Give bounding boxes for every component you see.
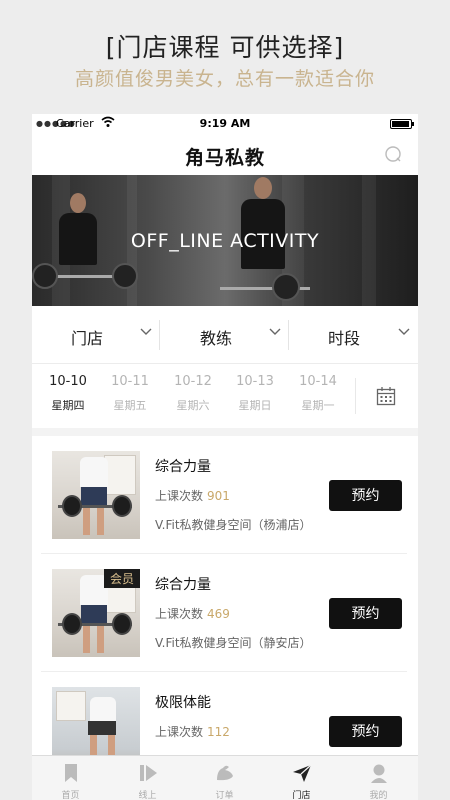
bookmark-icon xyxy=(65,764,77,782)
chevron-down-icon xyxy=(398,328,410,335)
tab-profile[interactable]: 我的 xyxy=(340,756,417,800)
tab-label: 我的 xyxy=(369,791,388,800)
play-icon xyxy=(140,765,157,781)
course-card[interactable]: 会员 综合力量 上课次数 469 V.Fit私教健身空间（静安店） 预约 xyxy=(41,554,407,672)
weekday-label: 星期五 xyxy=(113,399,147,412)
refresh-icon[interactable] xyxy=(384,145,402,163)
tab-bar: 首页 线上 订单 门店 我的 xyxy=(32,755,418,800)
status-bar: ●●●●● Carrier 9:19 AM xyxy=(32,114,418,134)
tab-label: 首页 xyxy=(61,791,80,800)
book-button[interactable]: 预约 xyxy=(329,598,402,629)
course-title: 综合力量 xyxy=(155,459,211,475)
tab-label: 线上 xyxy=(138,791,157,800)
filter-timeslot-label: 时段 xyxy=(328,329,361,348)
date-label: 10-12 xyxy=(174,374,212,389)
date-label: 10-11 xyxy=(111,374,149,389)
tab-online[interactable]: 线上 xyxy=(109,756,186,800)
class-count-value: 112 xyxy=(207,725,230,739)
filter-timeslot[interactable]: 时段 xyxy=(289,306,417,364)
chevron-down-icon xyxy=(269,328,281,335)
course-thumbnail: 会员 xyxy=(52,569,140,657)
weekday-label: 星期日 xyxy=(238,399,272,412)
class-count-value: 901 xyxy=(207,489,230,503)
filter-coach[interactable]: 教练 xyxy=(160,306,288,364)
date-label: 10-13 xyxy=(236,374,274,389)
tab-label: 订单 xyxy=(215,791,234,800)
tab-store[interactable]: 门店 xyxy=(263,756,340,800)
date-item[interactable]: 10-12 星期六 xyxy=(168,374,218,413)
filter-store[interactable]: 门店 xyxy=(32,306,160,364)
date-label: 10-14 xyxy=(299,374,337,389)
app-title: 角马私教 xyxy=(184,147,265,169)
status-time: 9:19 AM xyxy=(199,117,251,130)
filter-coach-label: 教练 xyxy=(200,329,233,348)
weekday-label: 星期一 xyxy=(301,399,335,412)
paper-plane-icon xyxy=(293,764,312,782)
course-card[interactable]: 综合力量 上课次数 901 V.Fit私教健身空间（杨浦店） 预约 xyxy=(41,436,407,554)
class-count: 上课次数 112 xyxy=(155,725,230,739)
class-count: 上课次数 469 xyxy=(155,607,230,621)
phone-screen: ●●●●● Carrier 9:19 AM 角马私教 OFF_LINE ACTI… xyxy=(32,114,418,800)
date-item[interactable]: 10-11 星期五 xyxy=(105,374,155,413)
banner-text: OFF_LINE ACTIVITY xyxy=(130,230,320,252)
tab-label: 门店 xyxy=(292,791,311,800)
date-selector: 10-10 星期四 10-11 星期五 10-12 星期六 10-13 星期日 … xyxy=(32,364,418,428)
nav-bar: 角马私教 xyxy=(32,134,418,176)
user-icon xyxy=(371,764,387,783)
book-button[interactable]: 预约 xyxy=(329,480,402,511)
class-count-value: 469 xyxy=(207,607,230,621)
calendar-icon[interactable] xyxy=(376,386,396,406)
date-label: 10-10 xyxy=(49,374,87,389)
weekday-label: 星期四 xyxy=(51,399,85,412)
tab-home[interactable]: 首页 xyxy=(32,756,109,800)
filter-bar: 门店 教练 时段 xyxy=(32,306,418,364)
tab-orders[interactable]: 订单 xyxy=(186,756,263,800)
filter-store-label: 门店 xyxy=(71,329,104,348)
course-thumbnail xyxy=(52,451,140,539)
store-name: V.Fit私教健身空间（杨浦店） xyxy=(155,518,312,532)
class-count: 上课次数 901 xyxy=(155,489,230,503)
promo-title: [门店课程 可供选择] xyxy=(105,33,345,62)
muscle-icon xyxy=(217,765,233,781)
date-item[interactable]: 10-10 星期四 xyxy=(43,374,93,413)
battery-icon xyxy=(390,119,414,129)
book-button[interactable]: 预约 xyxy=(329,716,402,747)
promo-subtitle: 高颜值俊男美女，总有一款适合你 xyxy=(74,68,375,90)
member-badge: 会员 xyxy=(103,569,140,588)
course-list: 综合力量 上课次数 901 V.Fit私教健身空间（杨浦店） 预约 会员 综合力量… xyxy=(32,436,418,775)
course-title: 极限体能 xyxy=(155,695,211,711)
weekday-label: 星期六 xyxy=(176,399,210,412)
promo-banner[interactable]: OFF_LINE ACTIVITY xyxy=(32,175,418,306)
store-name: V.Fit私教健身空间（静安店） xyxy=(155,636,312,650)
course-title: 综合力量 xyxy=(155,577,211,593)
date-item[interactable]: 10-14 星期一 xyxy=(293,374,343,413)
chevron-down-icon xyxy=(140,328,152,335)
date-item[interactable]: 10-13 星期日 xyxy=(230,374,280,413)
